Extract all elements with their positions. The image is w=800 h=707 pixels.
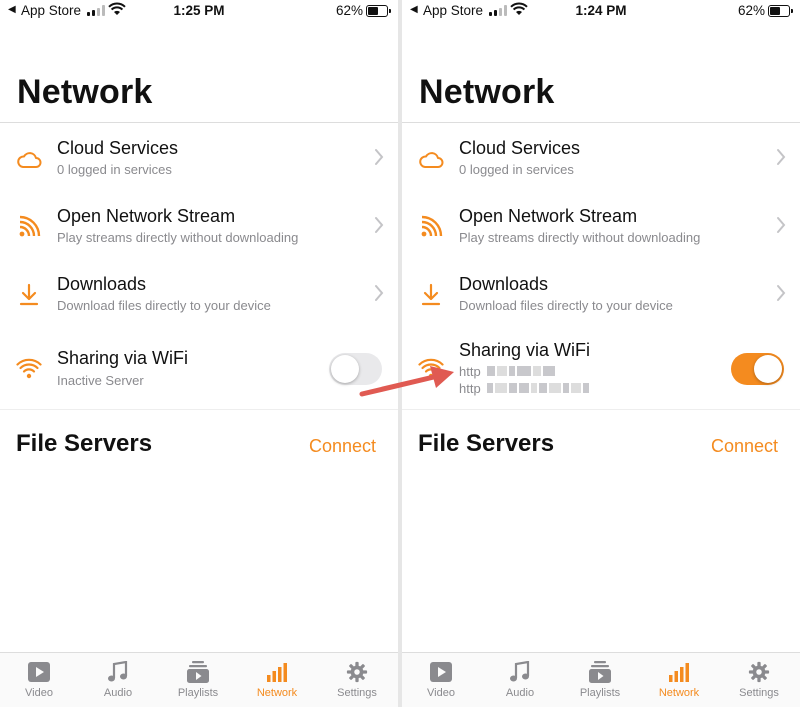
chevron-right-icon — [777, 149, 786, 165]
status-bar: ◀ App Store 1:24 PM 62% — [402, 0, 800, 22]
battery-percentage: 62% — [737, 3, 765, 18]
downloads-row[interactable]: Downloads Download files directly to you… — [402, 260, 800, 328]
status-bar: ◀ App Store 1:25 PM 62% — [0, 0, 398, 22]
annotation-arrow-icon — [359, 366, 454, 397]
music-note-icon — [510, 661, 530, 682]
chevron-right-icon — [375, 149, 384, 165]
row-subtitle: 0 logged in services — [57, 162, 172, 177]
screen-left: ◀ App Store 1:25 PM 62% Network Cloud Se… — [0, 0, 398, 707]
sharing-via-wifi-row: Sharing via WiFi http http — [402, 336, 800, 408]
screen-right: ◀ App Store 1:24 PM 62% Network Cloud Se… — [402, 0, 800, 707]
tab-label: Settings — [739, 687, 779, 699]
server-status: Inactive Server — [57, 373, 144, 388]
divider — [402, 409, 800, 410]
open-network-stream-row[interactable]: Open Network Stream Play streams directl… — [0, 192, 398, 260]
music-note-icon — [108, 661, 128, 682]
wifi-sharing-toggle[interactable] — [731, 353, 784, 385]
rss-icon — [421, 215, 443, 237]
row-label: Cloud Services — [57, 138, 179, 158]
page-title: Network — [17, 73, 153, 111]
sharing-via-wifi-row: Sharing via WiFi Inactive Server — [0, 336, 398, 408]
server-url-1: http — [459, 364, 481, 379]
gear-icon — [346, 661, 368, 683]
row-subtitle: Play streams directly without downloadin… — [459, 230, 701, 245]
redacted-url-2 — [487, 382, 589, 394]
tab-bar: Video Audio Playlists Network Settings — [0, 652, 398, 707]
row-label: Open Network Stream — [57, 206, 236, 226]
server-url-2: http — [459, 381, 481, 396]
playlist-icon — [187, 661, 209, 683]
tab-label: Playlists — [177, 687, 219, 699]
network-bars-icon — [267, 663, 287, 682]
chevron-right-icon — [777, 285, 786, 301]
downloads-row[interactable]: Downloads Download files directly to you… — [0, 260, 398, 328]
row-label: Downloads — [459, 274, 549, 294]
gear-icon — [748, 661, 770, 683]
tab-video[interactable]: Video — [9, 661, 69, 699]
row-subtitle: Download files directly to your device — [459, 298, 673, 313]
row-label: Sharing via WiFi — [459, 340, 591, 360]
network-bars-icon — [669, 663, 689, 682]
row-subtitle: 0 logged in services — [459, 162, 574, 177]
tab-label: Settings — [337, 687, 377, 699]
open-network-stream-row[interactable]: Open Network Stream Play streams directl… — [402, 192, 800, 260]
redacted-url-1 — [487, 365, 555, 377]
rss-icon — [19, 215, 41, 237]
divider — [402, 122, 800, 123]
divider — [0, 409, 398, 410]
tab-settings[interactable]: Settings — [327, 661, 387, 699]
chevron-right-icon — [375, 217, 384, 233]
tab-label: Playlists — [579, 687, 621, 699]
row-label: Downloads — [57, 274, 147, 294]
battery-icon — [366, 5, 391, 17]
tab-bar: Video Audio Playlists Network Settings — [402, 652, 800, 707]
tab-settings[interactable]: Settings — [729, 661, 789, 699]
tab-label: Audio — [505, 687, 535, 699]
url-prefix: http — [459, 381, 481, 396]
video-icon — [28, 662, 50, 682]
battery-icon — [768, 5, 793, 17]
tab-label: Network — [256, 687, 298, 699]
chevron-right-icon — [777, 217, 786, 233]
row-label: Sharing via WiFi — [57, 348, 189, 368]
wifi-icon — [16, 358, 42, 379]
tab-network[interactable]: Network — [247, 661, 307, 699]
row-label: Open Network Stream — [459, 206, 638, 226]
tab-label: Audio — [103, 687, 133, 699]
cloud-icon — [419, 152, 444, 168]
cloud-services-row[interactable]: Cloud Services 0 logged in services — [402, 124, 800, 192]
tab-playlists[interactable]: Playlists — [168, 661, 228, 699]
tab-label: Video — [427, 687, 455, 699]
divider — [0, 122, 398, 123]
tab-label: Video — [25, 687, 53, 699]
tab-playlists[interactable]: Playlists — [570, 661, 630, 699]
page-title: Network — [419, 73, 555, 111]
playlist-icon — [589, 661, 611, 683]
row-label: Cloud Services — [459, 138, 581, 158]
row-subtitle: Download files directly to your device — [57, 298, 271, 313]
file-servers-title: File Servers — [418, 430, 555, 457]
connect-button[interactable]: Connect — [309, 436, 376, 457]
chevron-right-icon — [375, 285, 384, 301]
file-servers-title: File Servers — [16, 430, 153, 457]
url-prefix: http — [459, 364, 481, 379]
tab-audio[interactable]: Audio — [490, 661, 550, 699]
cloud-icon — [17, 152, 42, 168]
video-icon — [430, 662, 452, 682]
row-subtitle: Play streams directly without downloadin… — [57, 230, 299, 245]
tab-video[interactable]: Video — [411, 661, 471, 699]
cloud-services-row[interactable]: Cloud Services 0 logged in services — [0, 124, 398, 192]
tab-network[interactable]: Network — [649, 661, 709, 699]
tab-label: Network — [658, 687, 700, 699]
tab-audio[interactable]: Audio — [88, 661, 148, 699]
connect-button[interactable]: Connect — [711, 436, 778, 457]
battery-percentage: 62% — [335, 3, 363, 18]
download-icon — [421, 283, 441, 306]
download-icon — [19, 283, 39, 306]
